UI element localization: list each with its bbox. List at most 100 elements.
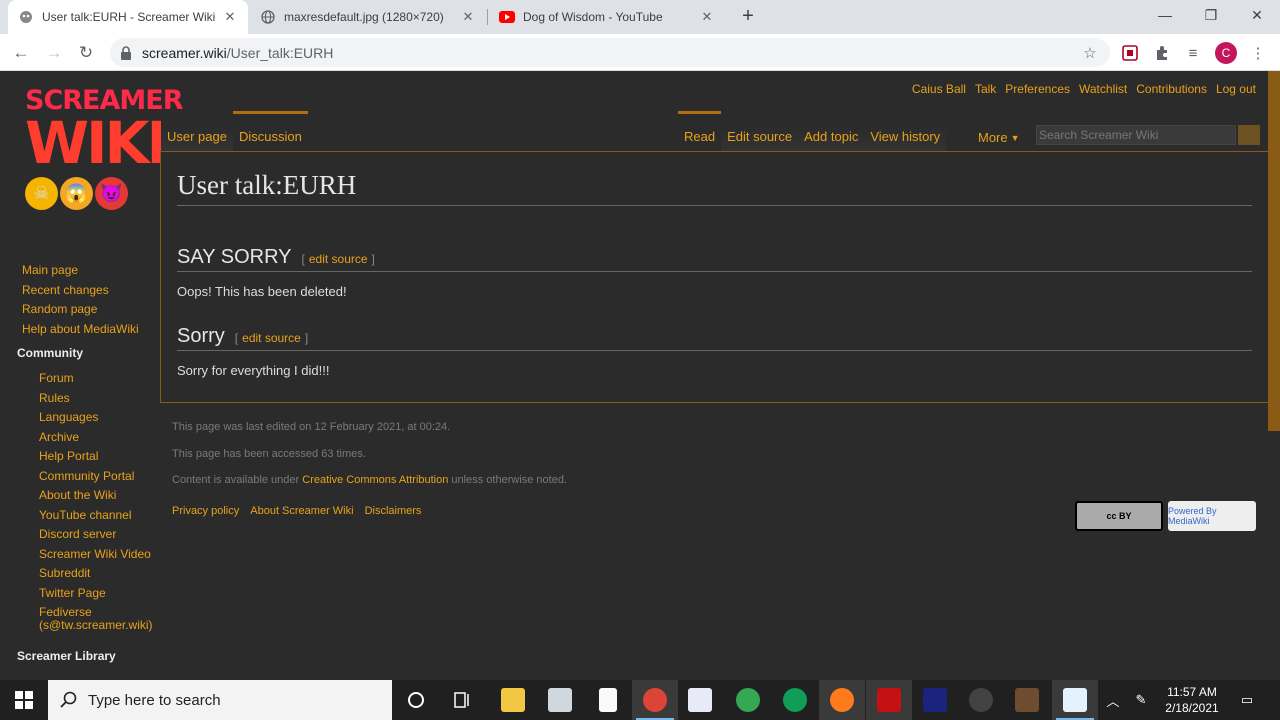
browser-tab-screamer[interactable]: User talk:EURH - Screamer Wiki ✕ <box>8 0 248 34</box>
devil-emoji-icon: 😈 <box>95 177 128 210</box>
sidebar-item-rules[interactable]: Rules <box>39 389 157 409</box>
app-icon-editor[interactable] <box>677 680 723 720</box>
restore-button[interactable]: ❐ <box>1188 0 1234 30</box>
title-divider <box>177 205 1252 206</box>
view-tabs: Read Edit source Add topic View history <box>678 111 947 151</box>
among-us-icon[interactable] <box>866 680 912 720</box>
minimize-button[interactable]: — <box>1142 0 1188 30</box>
license-link[interactable]: Creative Commons Attribution <box>302 474 448 486</box>
url-host: screamer.wiki <box>142 44 227 61</box>
tab-title: maxresdefault.jpg (1280×720) <box>284 10 444 24</box>
talk-link[interactable]: Talk <box>975 82 996 96</box>
browser-tab-youtube[interactable]: Dog of Wisdom - YouTube ✕ <box>489 0 725 34</box>
sidebar-item-languages[interactable]: Languages <box>39 408 157 428</box>
pen-icon[interactable]: ✎ <box>1131 690 1151 710</box>
sidebar-item-help-portal[interactable]: Help Portal <box>39 447 157 467</box>
sidebar-item-archive[interactable]: Archive <box>39 428 157 448</box>
page-scrollbar[interactable] <box>1268 71 1280 431</box>
browser-tab-image[interactable]: maxresdefault.jpg (1280×720) ✕ <box>250 0 486 34</box>
new-tab-button[interactable]: + <box>737 5 759 27</box>
tab-view-history[interactable]: View history <box>864 111 947 151</box>
sidebar-item-community-portal[interactable]: Community Portal <box>39 467 157 487</box>
cortana-icon[interactable] <box>393 680 439 720</box>
powered-by-mediawiki-badge[interactable]: Powered By MediaWiki <box>1168 501 1256 531</box>
disclaimers-link[interactable]: Disclaimers <box>365 505 422 517</box>
sidebar-heading-community: Community <box>17 346 83 360</box>
section-heading: Sorry <box>177 325 225 347</box>
start-button[interactable] <box>0 680 48 720</box>
about-wiki-link[interactable]: About Screamer Wiki <box>250 505 353 517</box>
more-menu[interactable]: More ▼ <box>972 111 1026 151</box>
sidebar-item-main-page[interactable]: Main page <box>22 261 157 281</box>
extension-shield-icon[interactable] <box>1119 42 1141 64</box>
app-icon-cube[interactable] <box>537 680 583 720</box>
app-icon-blue[interactable] <box>912 680 958 720</box>
forward-button[interactable]: → <box>41 40 67 66</box>
footer-accessed: This page has been accessed 63 times. <box>172 447 366 460</box>
task-view-icon[interactable] <box>440 680 486 720</box>
sidebar-item-fediverse[interactable]: Fediverse (s@tw.screamer.wiki) <box>39 603 157 635</box>
footer-last-edited: This page was last edited on 12 February… <box>172 421 451 433</box>
tab-add-topic[interactable]: Add topic <box>798 111 865 151</box>
contributions-link[interactable]: Contributions <box>1136 82 1207 96</box>
skull-emoji-icon: ☠ <box>25 177 58 210</box>
chrome-alt-icon[interactable] <box>772 680 818 720</box>
notepad-icon[interactable] <box>585 680 631 720</box>
search-button[interactable] <box>1238 125 1260 145</box>
tab-discussion[interactable]: Discussion <box>232 111 308 151</box>
sidebar-item-recent-changes[interactable]: Recent changes <box>22 281 157 301</box>
tab-edit-source[interactable]: Edit source <box>721 111 799 151</box>
app-icon-window[interactable] <box>1052 680 1098 720</box>
sidebar-item-youtube[interactable]: YouTube channel <box>39 506 157 526</box>
watchlist-link[interactable]: Watchlist <box>1079 82 1127 96</box>
sidebar-item-discord[interactable]: Discord server <box>39 525 157 545</box>
edit-source-link[interactable]: edit source <box>309 252 368 266</box>
taskbar-search-input[interactable]: Type here to search <box>48 680 392 720</box>
browser-tab-strip: User talk:EURH - Screamer Wiki ✕ maxresd… <box>0 0 1280 34</box>
browser-toolbar: ← → ↻ screamer.wiki/User_talk:EURH ☆ ≡ C… <box>0 34 1280 71</box>
bookmark-star-icon[interactable]: ☆ <box>1079 42 1101 64</box>
wiki-logo[interactable]: SCREAMER WIKI ☠ 😱 😈 <box>25 87 184 210</box>
wiki-page: SCREAMER WIKI ☠ 😱 😈 Caius Ball Talk Pref… <box>0 71 1280 680</box>
sidebar-item-random-page[interactable]: Random page <box>22 300 157 320</box>
sidebar-item-forum[interactable]: Forum <box>39 369 157 389</box>
tab-user-page[interactable]: User page <box>161 111 233 151</box>
back-button[interactable]: ← <box>8 40 34 66</box>
close-tab-icon[interactable]: ✕ <box>222 9 238 25</box>
close-window-button[interactable]: ✕ <box>1234 0 1280 30</box>
tray-chevron-up-icon[interactable]: ︿ <box>1103 690 1123 710</box>
sidebar-item-help[interactable]: Help about MediaWiki <box>22 320 157 340</box>
sidebar-item-subreddit[interactable]: Subreddit <box>39 564 157 584</box>
notification-icon[interactable]: ▭ <box>1237 690 1257 710</box>
sidebar-item-wiki-video[interactable]: Screamer Wiki Video <box>39 545 157 565</box>
close-tab-icon[interactable]: ✕ <box>460 9 476 25</box>
minecraft-icon[interactable] <box>1004 680 1050 720</box>
menu-kebab-icon[interactable]: ⋮ <box>1247 42 1269 64</box>
extensions-puzzle-icon[interactable] <box>1151 42 1173 64</box>
media-control-icon[interactable]: ≡ <box>1182 42 1204 64</box>
section-say-sorry: SAY SORRY [edit source] Oops! This has b… <box>177 246 1252 299</box>
cc-by-badge[interactable]: cc BY <box>1075 501 1163 531</box>
profile-avatar[interactable]: C <box>1215 42 1237 64</box>
edit-source-link[interactable]: edit source <box>242 331 301 345</box>
chrome-icon[interactable] <box>725 680 771 720</box>
logout-link[interactable]: Log out <box>1216 82 1256 96</box>
app-icon-orange[interactable] <box>819 680 865 720</box>
sidebar: Main page Recent changes Random page Hel… <box>17 261 157 672</box>
close-tab-icon[interactable]: ✕ <box>699 9 715 25</box>
address-bar[interactable]: screamer.wiki/User_talk:EURH <box>110 38 1110 67</box>
reload-button[interactable]: ↻ <box>73 40 99 66</box>
sidebar-item-about-wiki[interactable]: About the Wiki <box>39 486 157 506</box>
wiki-search-input[interactable]: Search Screamer Wiki <box>1036 125 1236 145</box>
chrome-profile-icon[interactable] <box>632 680 678 720</box>
tab-read[interactable]: Read <box>678 111 722 151</box>
file-explorer-icon[interactable] <box>490 680 536 720</box>
sidebar-item-twitter[interactable]: Twitter Page <box>39 584 157 604</box>
clock-time: 11:57 AM <box>1167 685 1217 699</box>
preferences-link[interactable]: Preferences <box>1005 82 1070 96</box>
app-icon-dark[interactable] <box>958 680 1004 720</box>
user-name-link[interactable]: Caius Ball <box>912 82 966 96</box>
privacy-policy-link[interactable]: Privacy policy <box>172 505 239 517</box>
taskbar-clock[interactable]: 11:57 AM 2/18/2021 <box>1160 684 1224 716</box>
tab-title: User talk:EURH - Screamer Wiki <box>42 10 216 24</box>
